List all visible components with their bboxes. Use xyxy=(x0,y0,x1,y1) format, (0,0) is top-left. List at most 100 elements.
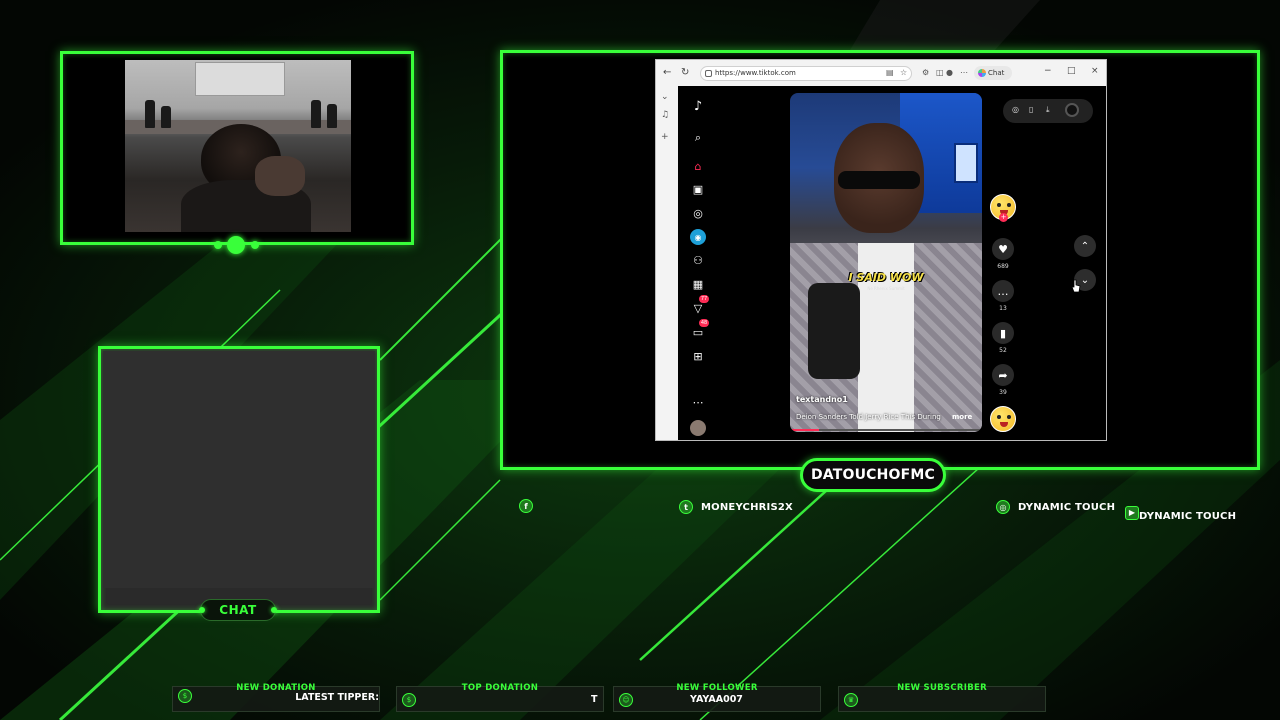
video-description: Deion Sanders Told Jerry Rice This Durin… xyxy=(796,413,941,421)
video-sunglasses xyxy=(838,171,920,189)
webcam-frame xyxy=(60,51,414,245)
follow-plus-icon[interactable]: + xyxy=(999,213,1008,222)
split-screen-icon[interactable]: ◫ xyxy=(936,68,944,77)
browser-sidebar: ⌄ ♫ + xyxy=(656,86,678,440)
add-icon[interactable]: + xyxy=(661,132,669,142)
video-username[interactable]: textandno1 xyxy=(796,395,848,404)
more-options-icon[interactable]: ⋯ xyxy=(960,68,968,77)
bookmark-icon: ▮ xyxy=(992,322,1014,344)
new-subscriber-widget: NEW SUBSCRIBER ♛ xyxy=(838,683,1046,712)
more-icon[interactable]: ⋯ xyxy=(690,394,706,410)
extensions-icon[interactable]: ⚙ xyxy=(922,68,929,77)
speaker-icon[interactable]: ♫ xyxy=(661,110,669,120)
search-icon[interactable]: ⌕ xyxy=(690,130,706,146)
save-button[interactable]: ▮ 52 xyxy=(988,322,1018,354)
save-count: 52 xyxy=(999,347,1007,354)
top-donation-title: TOP DONATION xyxy=(461,683,539,693)
address-bar[interactable]: https://www.tiktok.com xyxy=(700,66,912,81)
address-text: https://www.tiktok.com xyxy=(715,69,796,77)
donation-icon: $ xyxy=(178,689,192,703)
messages-badge: 48 xyxy=(699,319,709,327)
activity-icon[interactable]: ▽ 77 xyxy=(690,295,709,316)
refresh-icon[interactable]: ↻ xyxy=(681,67,689,78)
instagram-handle: DYNAMIC TOUCH xyxy=(1018,501,1116,513)
webcam-whiteboard xyxy=(195,62,285,96)
new-donation-widget: NEW DONATION $ LATEST TIPPER: xyxy=(172,683,380,712)
chat-label-pill: CHAT xyxy=(199,599,277,621)
tiktok-logo-icon[interactable]: ♪ xyxy=(690,98,706,114)
more-link[interactable]: more xyxy=(952,413,972,421)
minimize-icon[interactable]: − xyxy=(1044,66,1052,76)
share-icon: ➦ xyxy=(992,364,1014,386)
favorite-icon[interactable]: ☆ xyxy=(900,68,907,77)
upload-icon[interactable]: ⊞ xyxy=(690,348,706,364)
explore-icon[interactable]: ◎ xyxy=(690,205,706,221)
comment-button[interactable]: … 13 xyxy=(988,280,1018,312)
facebook-icon: f xyxy=(519,499,533,513)
indicator-dot xyxy=(227,236,245,254)
site-info-icon[interactable] xyxy=(705,70,712,77)
copilot-icon xyxy=(978,69,986,77)
shop-icon[interactable]: ▣ xyxy=(690,181,706,197)
new-follower-title: NEW FOLLOWER xyxy=(676,683,758,693)
chat-dot xyxy=(271,607,277,613)
instagram-icon: ◎ xyxy=(996,500,1010,514)
streamer-name-pill: DATOUCHOFMC xyxy=(800,458,946,492)
tiktok-video[interactable]: I SAID WOW Ne Rhenix Summit textandno1 D… xyxy=(790,93,982,432)
sound-avatar-image xyxy=(990,406,1016,432)
like-count: 689 xyxy=(997,263,1009,270)
video-microphone xyxy=(808,283,860,379)
webcam-bottle xyxy=(161,106,171,128)
video-caption: I SAID WOW xyxy=(848,271,924,284)
creator-avatar[interactable]: + xyxy=(988,194,1018,222)
profile-icon[interactable]: ● xyxy=(946,68,953,77)
indicator-dot xyxy=(214,241,222,249)
browser-window: ← ↻ https://www.tiktok.com ▤ ☆ ⚙ ◫ ● ⋯ C… xyxy=(655,59,1107,441)
toggle-icon[interactable] xyxy=(1065,103,1079,117)
crown-icon: ♛ xyxy=(844,693,858,707)
messages-icon[interactable]: ▭ 48 xyxy=(690,319,709,340)
close-icon[interactable]: × xyxy=(1091,66,1099,76)
webcam-person-hand xyxy=(255,156,305,196)
share-count: 39 xyxy=(999,389,1007,396)
video-background-screen xyxy=(954,143,978,183)
download-icon[interactable]: ⤓ xyxy=(1046,105,1050,115)
autoscroll-icon[interactable]: ◎ xyxy=(1012,105,1019,114)
previous-video-button[interactable]: ⌃ xyxy=(1074,235,1096,257)
twitter-icon: t xyxy=(679,500,693,514)
streamer-name: DATOUCHOFMC xyxy=(810,467,936,483)
sound-avatar[interactable] xyxy=(988,406,1018,432)
back-icon[interactable]: ← xyxy=(663,67,671,78)
tiktok-page: ♪ ⌕ ⌂ ▣ ◎ ◉ ⚇ ▦ ▽ 77 ▭ 48 ⊞ ⋯ ◎ ▯ ⤓ I SA… xyxy=(678,86,1106,440)
like-button[interactable]: ♥ 689 xyxy=(988,238,1018,270)
social-youtube: ▶ DYNAMIC TOUCH xyxy=(1125,503,1236,522)
following-icon[interactable]: ⚇ xyxy=(690,252,706,268)
video-subcaption: Ne Rhenix Summit xyxy=(867,286,905,291)
phone-icon[interactable]: ▯ xyxy=(1029,105,1033,114)
top-donation-value: T xyxy=(591,694,598,705)
video-progress-fill xyxy=(790,429,819,431)
share-button[interactable]: ➦ 39 xyxy=(988,364,1018,396)
video-controls: ◎ ▯ ⤓ xyxy=(1003,99,1093,123)
latest-tipper-label: LATEST TIPPER: xyxy=(295,692,379,703)
home-icon[interactable]: ⌂ xyxy=(690,158,706,174)
activity-badge: 77 xyxy=(699,295,709,303)
chat-button-label: Chat xyxy=(988,69,1005,77)
indicator-dot xyxy=(251,241,259,249)
new-subscriber-title: NEW SUBSCRIBER xyxy=(897,683,987,693)
webcam-bottle xyxy=(145,100,155,128)
webcam-bottle xyxy=(327,104,337,128)
chevron-down-icon[interactable]: ⌄ xyxy=(661,92,669,102)
reader-icon[interactable]: ▤ xyxy=(886,68,894,77)
youtube-icon: ▶ xyxy=(1125,505,1139,520)
maximize-icon[interactable]: □ xyxy=(1067,66,1076,76)
profile-avatar[interactable] xyxy=(690,420,706,436)
copilot-chat-button[interactable]: Chat xyxy=(974,66,1012,80)
live-tv-icon[interactable]: ▦ xyxy=(690,276,706,292)
twitter-handle: MONEYCHRIS2X xyxy=(701,501,793,513)
video-progress-bar[interactable] xyxy=(790,429,982,431)
new-follower-widget: NEW FOLLOWER ☺ YAYAA007 xyxy=(613,683,821,712)
comment-count: 13 xyxy=(999,305,1007,312)
live-icon[interactable]: ◉ xyxy=(690,229,706,245)
chevron-down-icon: ⌄ xyxy=(1080,274,1090,286)
